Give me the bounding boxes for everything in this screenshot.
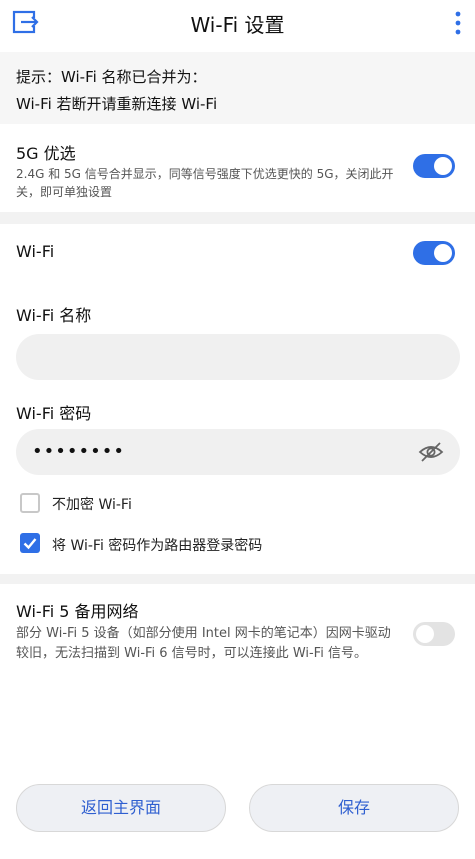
- password-value: ••••••••: [32, 441, 125, 462]
- more-vertical-icon[interactable]: [455, 11, 461, 35]
- wifi-toggle-row: Wi-Fi: [0, 224, 475, 280]
- hint-line-2: Wi-Fi 若断开请重新连接 Wi-Fi: [16, 95, 218, 113]
- pref-5g-description: 2.4G 和 5G 信号合并显示，同等信号强度下优选更快的 5G，关闭此开关，即…: [16, 167, 394, 199]
- check-icon: [23, 538, 37, 550]
- page-title: Wi-Fi 设置: [190, 13, 285, 37]
- wifi-toggle[interactable]: [413, 241, 455, 265]
- wifi-password-input[interactable]: ••••••••: [16, 429, 460, 475]
- use-as-router-password-checkbox[interactable]: [20, 533, 40, 553]
- wifi-name-input[interactable]: [16, 334, 460, 380]
- wifi5-backup-description: 部分 Wi-Fi 5 设备（如部分使用 Intel 网卡的笔记本）因网卡驱动较旧…: [16, 626, 391, 661]
- use-as-router-password-label: 将 Wi-Fi 密码作为路由器登录密码: [52, 538, 263, 554]
- eye-off-icon[interactable]: [418, 441, 444, 463]
- pref-5g-toggle[interactable]: [413, 154, 455, 178]
- section-divider: [0, 574, 475, 584]
- no-encrypt-checkbox[interactable]: [20, 493, 40, 513]
- wifi-password-label: Wi-Fi 密码: [16, 404, 92, 423]
- save-button[interactable]: 保存: [249, 784, 459, 832]
- toggle-knob: [434, 157, 452, 175]
- pref-5g-title: 5G 优选: [16, 144, 76, 163]
- app-header: Wi-Fi 设置: [0, 0, 475, 44]
- pref-5g-section: 5G 优选 2.4G 和 5G 信号合并显示，同等信号强度下优选更快的 5G，关…: [0, 128, 475, 212]
- back-to-home-button[interactable]: 返回主界面: [16, 784, 226, 832]
- wifi-label: Wi-Fi: [16, 242, 55, 261]
- no-encrypt-label: 不加密 Wi-Fi: [52, 497, 132, 513]
- wifi-name-label: Wi-Fi 名称: [16, 306, 92, 325]
- wifi5-backup-title: Wi-Fi 5 备用网络: [16, 602, 139, 621]
- toggle-knob: [416, 625, 434, 643]
- wifi5-backup-section: Wi-Fi 5 备用网络 部分 Wi-Fi 5 设备（如部分使用 Intel 网…: [0, 584, 475, 694]
- merge-hint: 提示：Wi-Fi 名称已合并为： Wi-Fi 若断开请重新连接 Wi-Fi: [0, 52, 475, 124]
- toggle-knob: [434, 244, 452, 262]
- section-divider: [0, 212, 475, 224]
- hint-line-1: 提示：Wi-Fi 名称已合并为：: [16, 68, 207, 86]
- wifi5-backup-toggle[interactable]: [413, 622, 455, 646]
